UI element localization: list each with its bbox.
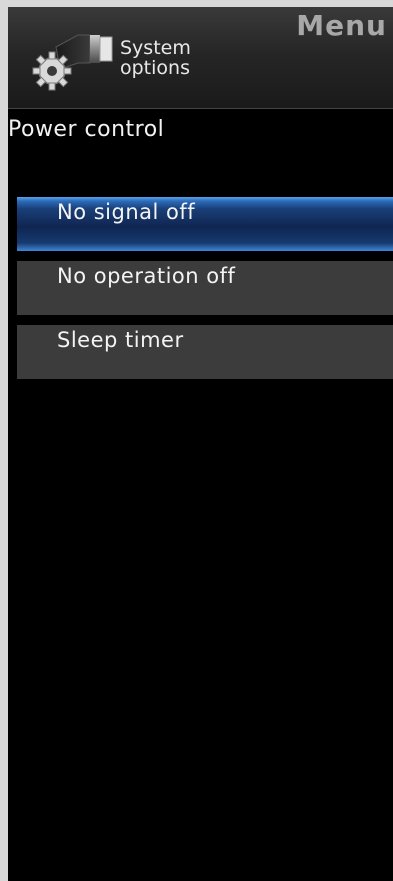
category-label-line2: options xyxy=(120,57,190,79)
category-label-line1: System xyxy=(120,37,191,59)
menu-item-label: No operation off xyxy=(57,264,236,288)
menu-title: Menu xyxy=(296,9,387,42)
section-title: Power control xyxy=(8,117,165,142)
menu-item-label: No signal off xyxy=(57,200,196,224)
menu-list: No signal off No operation off Sleep tim… xyxy=(17,197,393,389)
frame: System options Menu Power control No sig… xyxy=(0,0,393,881)
menu-header: System options Menu xyxy=(8,7,393,109)
menu-item-label: Sleep timer xyxy=(57,328,184,352)
category-label: System options xyxy=(120,38,191,78)
system-options-icon xyxy=(26,29,116,91)
menu-item-no-operation-off[interactable]: No operation off xyxy=(17,261,393,315)
menu-item-no-signal-off[interactable]: No signal off xyxy=(17,197,393,251)
tv-menu-screen: System options Menu Power control No sig… xyxy=(8,7,393,881)
menu-item-sleep-timer[interactable]: Sleep timer xyxy=(17,325,393,379)
